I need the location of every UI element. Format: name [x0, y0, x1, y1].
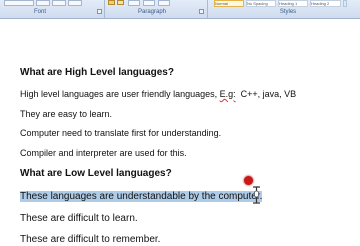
- line-spacing-button[interactable]: [143, 0, 155, 6]
- shading-icon[interactable]: [117, 0, 124, 5]
- font-dialog-launcher[interactable]: [97, 9, 102, 14]
- text-cursor-icon: [253, 186, 260, 204]
- font-group-label: Font: [33, 9, 46, 15]
- pointer-highlight-icon: [244, 176, 253, 185]
- ribbon-separator: [207, 0, 208, 18]
- paragraph-translate: Computer need to translate first for und…: [20, 128, 222, 138]
- change-case-button[interactable]: [52, 0, 66, 6]
- font-size-dropdown[interactable]: [4, 0, 34, 6]
- paragraph-text: High level languages are user friendly l…: [20, 89, 220, 99]
- document-page[interactable]: What are High Level languages? High leve…: [0, 19, 360, 245]
- font-color-button[interactable]: [36, 0, 50, 6]
- paragraph-selected[interactable]: These languages are understandable by th…: [20, 190, 263, 203]
- text-highlight-icon[interactable]: [108, 0, 115, 5]
- styles-more-button[interactable]: [343, 0, 347, 7]
- ribbon: Font Paragraph Normal No Spacing Heading…: [0, 0, 360, 19]
- paragraph-user-friendly: High level languages are user friendly l…: [20, 88, 296, 101]
- paragraph-group-label: Paragraph: [137, 9, 167, 15]
- style-no-spacing[interactable]: No Spacing: [246, 0, 276, 7]
- paragraph-easy-to-learn: They are easy to learn.: [20, 109, 113, 119]
- clear-formatting-button[interactable]: [68, 0, 82, 6]
- style-heading-2[interactable]: Heading 2: [310, 0, 341, 7]
- borders-button[interactable]: [128, 0, 140, 6]
- heading-low-level: What are Low Level languages?: [20, 168, 172, 179]
- paragraph-text: C++, java, VB: [235, 89, 297, 99]
- spellcheck-underlined-word[interactable]: E.g:: [220, 89, 236, 99]
- style-heading-1[interactable]: Heading 1: [278, 0, 308, 7]
- paragraph-compiler: Compiler and interpreter are used for th…: [20, 148, 187, 158]
- paragraph-dialog-launcher[interactable]: [199, 9, 204, 14]
- styles-group-label: Styles: [279, 9, 297, 15]
- style-normal[interactable]: Normal: [214, 0, 244, 7]
- ribbon-separator: [104, 0, 105, 18]
- paragraph-difficult-learn: These are difficult to learn.: [20, 213, 138, 224]
- heading-high-level: What are High Level languages?: [20, 67, 174, 78]
- selected-text[interactable]: These languages are understandable by th…: [20, 191, 263, 202]
- sort-button[interactable]: [158, 0, 170, 6]
